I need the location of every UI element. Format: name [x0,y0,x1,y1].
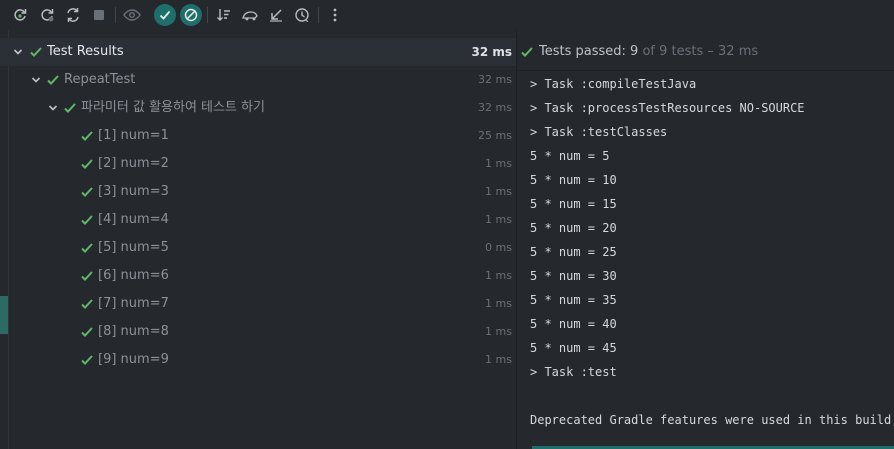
header-separator [517,70,894,71]
history-icon[interactable] [291,4,313,26]
show-passed-eye-icon[interactable] [121,4,143,26]
pane-divider[interactable] [516,30,517,449]
passed-check-icon [81,131,93,141]
passed-check-icon [81,299,93,309]
test-item-duration: 1 ms [485,297,512,310]
test-item-row[interactable]: [2] num=2 1 ms [0,150,516,178]
test-item-label: [1] num=1 [98,128,169,143]
test-item-duration: 1 ms [485,157,512,170]
chevron-down-icon[interactable] [47,102,59,114]
passed-check-icon [81,215,93,225]
passed-check-icon [64,103,76,113]
chevron-down-icon[interactable] [12,46,24,58]
console-line: > Task :testClasses [530,125,668,139]
console-line: 5 * num = 45 [530,341,617,355]
test-item-row[interactable]: [4] num=4 1 ms [0,206,516,234]
console-line: 5 * num = 35 [530,293,617,307]
passed-check-icon [81,159,93,169]
test-runner-toolbar [0,0,894,30]
toolbar-separator [115,7,116,23]
rerun-failed-icon[interactable] [36,4,58,26]
console-line: 5 * num = 20 [530,221,617,235]
test-item-label: [5] num=5 [98,240,169,255]
test-item-duration: 1 ms [485,325,512,338]
test-item-duration: 1 ms [485,185,512,198]
passed-check-icon [81,271,93,281]
collapse-all-icon[interactable] [265,4,287,26]
test-status-text: Tests passed: 9 of 9 tests – 32 ms [539,38,758,66]
test-status-header: Tests passed: 9 of 9 tests – 32 ms [517,38,894,66]
console-line: 5 * num = 5 [530,149,610,163]
console-line: 5 * num = 30 [530,269,617,283]
test-item-row[interactable]: [9] num=9 1 ms [0,346,516,374]
test-item-label: [9] num=9 [98,352,169,367]
sort-by-duration-icon[interactable] [239,4,261,26]
tree-method-label: 파라미터 값 활용하여 테스트 하기 [81,100,265,115]
test-item-duration: 0 ms [485,241,512,254]
show-ignored-icon[interactable] [180,4,202,26]
console-line: > Task :processTestResources NO-SOURCE [530,101,805,115]
chevron-down-icon[interactable] [30,74,42,86]
tree-class-label: RepeatTest [64,72,136,87]
test-item-label: [4] num=4 [98,212,169,227]
passed-check-icon [81,243,93,253]
show-passed-check-icon[interactable] [154,4,176,26]
test-item-row[interactable]: [8] num=8 1 ms [0,318,516,346]
status-suffix: of 9 tests – 32 ms [638,44,759,59]
rerun-icon[interactable] [9,4,31,26]
console-line: 5 * num = 10 [530,173,617,187]
test-item-label: [2] num=2 [98,156,169,171]
sort-alphabetically-icon[interactable] [213,4,235,26]
test-item-duration: 25 ms [478,129,512,142]
console-line: Deprecated Gradle features were used in … [530,413,894,427]
passed-check-icon [47,75,59,85]
test-item-row[interactable]: [1] num=1 25 ms [0,122,516,150]
toolbar-separator [318,7,319,23]
test-item-label: [6] num=6 [98,268,169,283]
console-line: > Task :test [530,365,617,379]
passed-check-icon [81,355,93,365]
console-line: 5 * num = 25 [530,245,617,259]
test-item-label: [8] num=8 [98,324,169,339]
tree-method-row[interactable]: 파라미터 값 활용하여 테스트 하기 32 ms [0,94,516,122]
more-options-icon[interactable] [324,4,346,26]
passed-check-icon [81,327,93,337]
test-item-duration: 1 ms [485,269,512,282]
tree-method-duration: 32 ms [478,101,512,114]
status-prefix: Tests passed: [539,44,631,59]
toggle-auto-test-icon[interactable] [62,4,84,26]
test-item-label: [7] num=7 [98,296,169,311]
passed-check-icon [30,47,42,57]
console-line: > Task :compileTestJava [530,77,697,91]
test-item-duration: 1 ms [485,213,512,226]
test-item-row[interactable]: [7] num=7 1 ms [0,290,516,318]
stop-icon[interactable] [88,4,110,26]
tree-class-duration: 32 ms [478,73,512,86]
tree-root-row[interactable]: Test Results 32 ms [0,38,516,66]
passed-check-icon [521,47,533,57]
console-output[interactable]: > Task :compileTestJava > Task :processT… [530,72,894,432]
test-item-row[interactable]: [3] num=3 1 ms [0,178,516,206]
tree-root-duration: 32 ms [471,45,512,59]
passed-check-icon [81,187,93,197]
test-item-row[interactable]: [6] num=6 1 ms [0,262,516,290]
test-item-duration: 1 ms [485,353,512,366]
toolbar-separator [207,7,208,23]
test-item-label: [3] num=3 [98,184,169,199]
tree-root-label: Test Results [47,44,124,59]
test-item-row[interactable]: [5] num=5 0 ms [0,234,516,262]
tree-class-row[interactable]: RepeatTest 32 ms [0,66,516,94]
console-line: 5 * num = 40 [530,317,617,331]
console-line: 5 * num = 15 [530,197,617,211]
